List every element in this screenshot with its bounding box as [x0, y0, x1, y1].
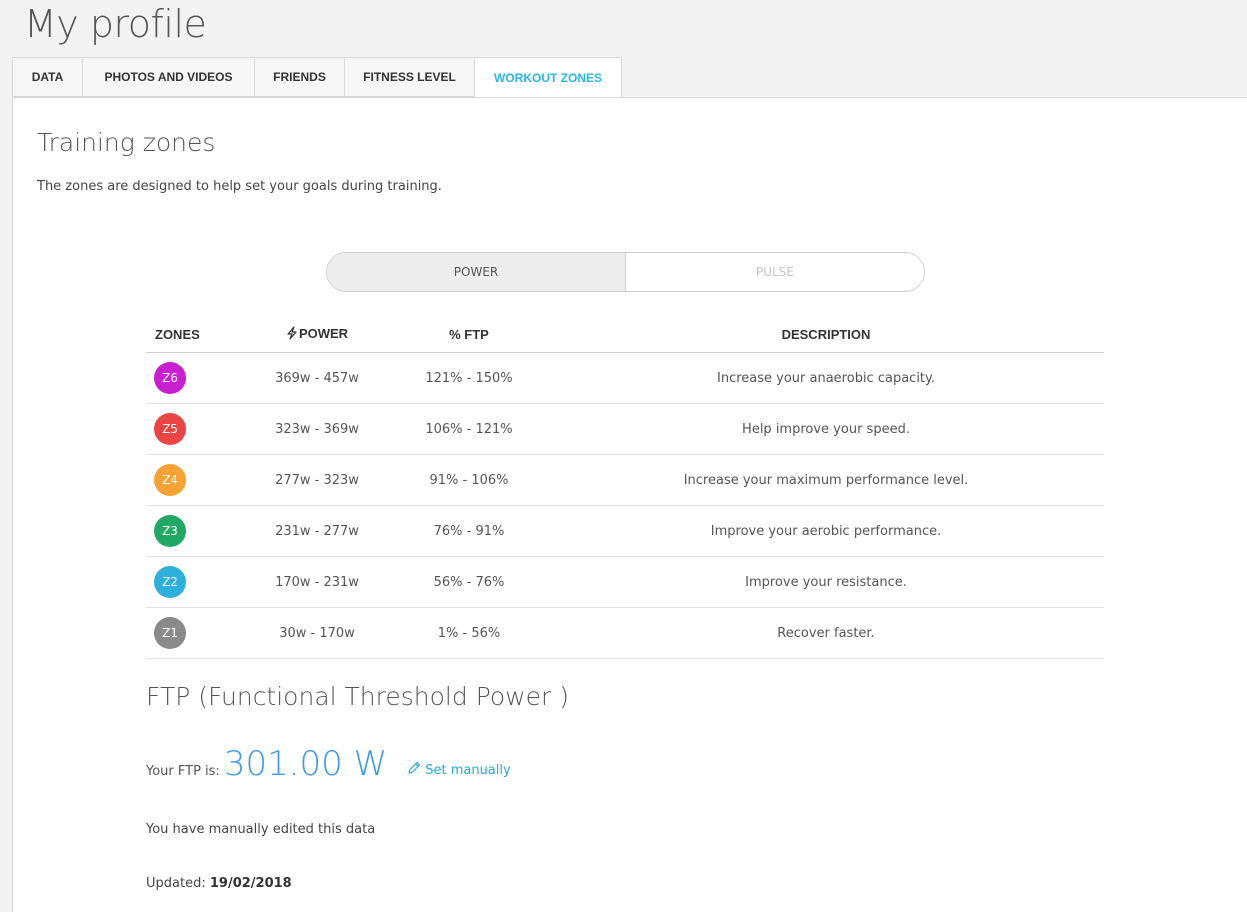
power-cell: 30w - 170w	[279, 625, 355, 641]
table-row: Z1 30w - 170w 1% - 56% Recover faster.	[146, 608, 1104, 659]
table-header: ZONES POWER % FTP DESCRIPTION	[146, 316, 1104, 353]
zone-badge: Z1	[154, 617, 186, 649]
zone-cell: Z3	[146, 515, 258, 547]
updated-line: Updated: 19/02/2018	[146, 876, 292, 891]
bolt-icon	[286, 325, 298, 343]
description-cell: Improve your resistance.	[745, 574, 907, 590]
zone-badge: Z4	[154, 464, 186, 496]
ftp-cell: 76% - 91%	[433, 523, 505, 539]
pencil-icon	[407, 761, 421, 779]
ftp-cell: 56% - 76%	[433, 574, 505, 590]
description-cell: Recover faster.	[777, 625, 875, 641]
table-row: Z3 231w - 277w 76% - 91% Improve your aerob…	[146, 506, 1104, 557]
set-manually-link[interactable]: Set manually	[407, 761, 511, 779]
edited-note: You have manually edited this data	[146, 822, 376, 837]
power-cell: 277w - 323w	[275, 472, 359, 488]
header-description: DESCRIPTION	[781, 326, 871, 342]
ftp-value: 301.00 W	[223, 744, 388, 784]
zone-badge: Z2	[154, 566, 186, 598]
tab-fitness-level[interactable]: FITNESS LEVEL	[344, 57, 474, 97]
zone-cell: Z4	[146, 464, 258, 496]
header-power-label: POWER	[298, 325, 349, 341]
zone-cell: Z5	[146, 413, 258, 445]
ftp-cell: 121% - 150%	[425, 370, 513, 386]
description-cell: Improve your aerobic performance.	[710, 523, 942, 539]
updated-label: Updated:	[146, 876, 206, 891]
description-cell: Increase your anaerobic capacity.	[717, 370, 935, 386]
zone-badge: Z6	[154, 362, 186, 394]
description-cell: Help improve your speed.	[742, 421, 910, 437]
page-title: My profile	[24, 2, 207, 46]
tab-friends[interactable]: FRIENDS	[254, 57, 344, 97]
section-title: Training zones	[37, 128, 216, 157]
ftp-cell: 1% - 56%	[437, 625, 501, 641]
set-manually-label: Set manually	[425, 762, 511, 778]
zone-cell: Z2	[146, 566, 258, 598]
zone-cell: Z6	[146, 362, 258, 394]
header-zones: ZONES	[155, 326, 200, 342]
updated-date: 19/02/2018	[209, 876, 292, 891]
power-cell: 170w - 231w	[275, 574, 359, 590]
ftp-value-line: Your FTP is: 301.00 W Set manually	[146, 744, 511, 784]
header-power: POWER	[258, 326, 376, 343]
tab-workout-zones[interactable]: WORKOUT ZONES	[474, 57, 622, 98]
power-cell: 323w - 369w	[275, 421, 359, 437]
table-row: Z2 170w - 231w 56% - 76% Improve your resis…	[146, 557, 1104, 608]
ftp-title: FTP (Functional Threshold Power )	[146, 682, 569, 711]
table-row: Z6 369w - 457w 121% - 150% Increase your an…	[146, 353, 1104, 404]
zones-table: ZONES POWER % FTP DESCRIPTION Z6 369w - 4…	[146, 316, 1104, 659]
zone-badge: Z5	[154, 413, 186, 445]
ftp-cell: 91% - 106%	[429, 472, 509, 488]
zone-cell: Z1	[146, 617, 258, 649]
power-pulse-toggle: POWER PULSE	[326, 252, 925, 292]
power-cell: 231w - 277w	[275, 523, 359, 539]
profile-tabs: DATA PHOTOS AND VIDEOS FRIENDS FITNESS L…	[12, 57, 622, 98]
power-cell: 369w - 457w	[275, 370, 359, 386]
table-row: Z4 277w - 323w 91% - 106% Increase your max…	[146, 455, 1104, 506]
tab-data[interactable]: DATA	[12, 57, 82, 97]
toggle-pulse-option[interactable]: PULSE	[626, 253, 924, 291]
section-intro: The zones are designed to help set your …	[37, 179, 442, 194]
tab-photos-and-videos[interactable]: PHOTOS AND VIDEOS	[82, 57, 254, 97]
header-ftp: % FTP	[449, 326, 489, 342]
table-row: Z5 323w - 369w 106% - 121% Help improve you…	[146, 404, 1104, 455]
toggle-power-option[interactable]: POWER	[327, 253, 626, 291]
description-cell: Increase your maximum performance level.	[683, 472, 969, 488]
ftp-label: Your FTP is:	[146, 764, 220, 779]
zone-badge: Z3	[154, 515, 186, 547]
ftp-cell: 106% - 121%	[425, 421, 513, 437]
